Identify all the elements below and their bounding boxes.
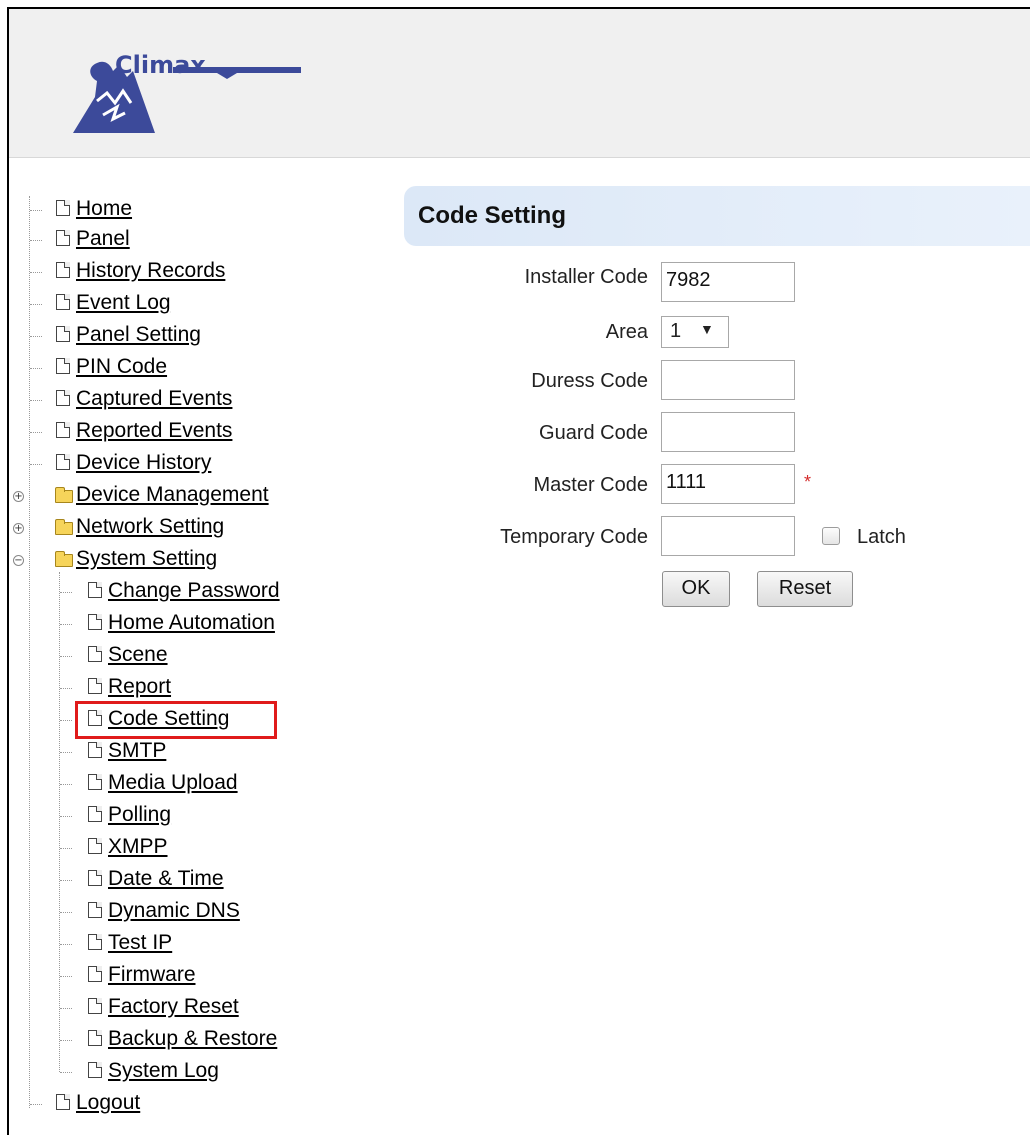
nav-panel-setting-label[interactable]: Panel Setting [76,322,201,348]
document-icon [56,358,70,374]
document-icon [88,678,102,694]
expand-icon[interactable]: + [13,523,24,534]
latch-label: Latch [857,526,906,548]
page-header: Code Setting [404,186,1030,246]
nav-polling-label[interactable]: Polling [108,802,171,828]
open-folder-icon [55,551,73,567]
folder-icon [55,519,73,535]
document-icon [88,742,102,758]
nav-system-setting-label[interactable]: System Setting [76,546,217,572]
nav-device-history-label[interactable]: Device History [76,450,211,476]
nav-factory-reset-label[interactable]: Factory Reset [108,994,239,1020]
folder-icon [55,487,73,503]
document-icon [56,200,70,216]
nav-home-label[interactable]: Home [76,196,132,222]
document-icon [56,326,70,342]
document-icon [56,1094,70,1110]
document-icon [56,390,70,406]
document-icon [88,806,102,822]
nav-test-ip-label[interactable]: Test IP [108,930,172,956]
area-label: Area [605,321,648,343]
document-icon [88,902,102,918]
document-icon [88,838,102,854]
nav-network-setting-label[interactable]: Network Setting [76,514,224,540]
expand-icon[interactable]: + [13,491,24,502]
temporary-code-input[interactable] [661,516,795,556]
latch-checkbox[interactable] [822,527,840,545]
master-code-label: Master Code [533,474,649,496]
nav-system-log-label[interactable]: System Log [108,1058,219,1084]
nav-event-log-label[interactable]: Event Log [76,290,171,316]
nav-date-time-label[interactable]: Date & Time [108,866,224,892]
document-icon [88,614,102,630]
guard-code-input[interactable] [661,412,795,452]
reset-button[interactable]: Reset [757,571,853,607]
document-icon [88,998,102,1014]
nav-pin-code-label[interactable]: PIN Code [76,354,167,380]
document-icon [88,1062,102,1078]
tree-line [29,196,30,1108]
nav-smtp-label[interactable]: SMTP [108,738,166,764]
nav-backup-restore-label[interactable]: Backup & Restore [108,1026,277,1052]
duress-code-label: Duress Code [531,370,648,392]
temporary-code-label: Temporary Code [500,526,648,548]
nav-firmware-label[interactable]: Firmware [108,962,196,988]
master-code-input[interactable]: 1111 [661,464,795,504]
installer-code-input[interactable]: 7982 [661,262,795,302]
brand-name: Climax [115,51,206,79]
document-icon [88,1030,102,1046]
document-icon [56,422,70,438]
page-title: Code Setting [418,202,566,229]
document-icon [88,870,102,886]
nav-change-password-label[interactable]: Change Password [108,578,280,604]
area-select[interactable]: 1 ▼ [661,316,729,348]
nav-device-management-label[interactable]: Device Management [76,482,269,508]
nav-media-upload-label[interactable]: Media Upload [108,770,238,796]
duress-code-input[interactable] [661,360,795,400]
nav-dynamic-dns-label[interactable]: Dynamic DNS [108,898,240,924]
document-icon [88,582,102,598]
collapse-icon[interactable]: − [13,555,24,566]
nav-panel-label[interactable]: Panel [76,226,130,252]
guard-code-label: Guard Code [539,422,648,444]
nav-home-automation-label[interactable]: Home Automation [108,610,275,636]
required-marker: * [804,472,812,492]
document-icon [56,230,70,246]
document-icon [88,966,102,982]
nav-captured-events-label[interactable]: Captured Events [76,386,232,412]
document-icon [56,294,70,310]
ok-button[interactable]: OK [662,571,730,607]
selection-highlight [75,701,277,739]
installer-code-label: Installer Code [524,266,648,288]
document-icon [88,646,102,662]
document-icon [56,262,70,278]
dropdown-arrow-icon: ▼ [700,321,714,337]
document-icon [88,934,102,950]
area-select-value: 1 [670,320,682,342]
nav-xmpp-label[interactable]: XMPP [108,834,168,860]
nav-report-label[interactable]: Report [108,674,171,700]
tree-line-sub [59,572,60,1072]
nav-scene-label[interactable]: Scene [108,642,168,668]
nav-history-records-label[interactable]: History Records [76,258,225,284]
header: Climax [9,9,1030,158]
document-icon [56,454,70,470]
nav-reported-events-label[interactable]: Reported Events [76,418,232,444]
document-icon [88,774,102,790]
nav-logout-label[interactable]: Logout [76,1090,140,1116]
